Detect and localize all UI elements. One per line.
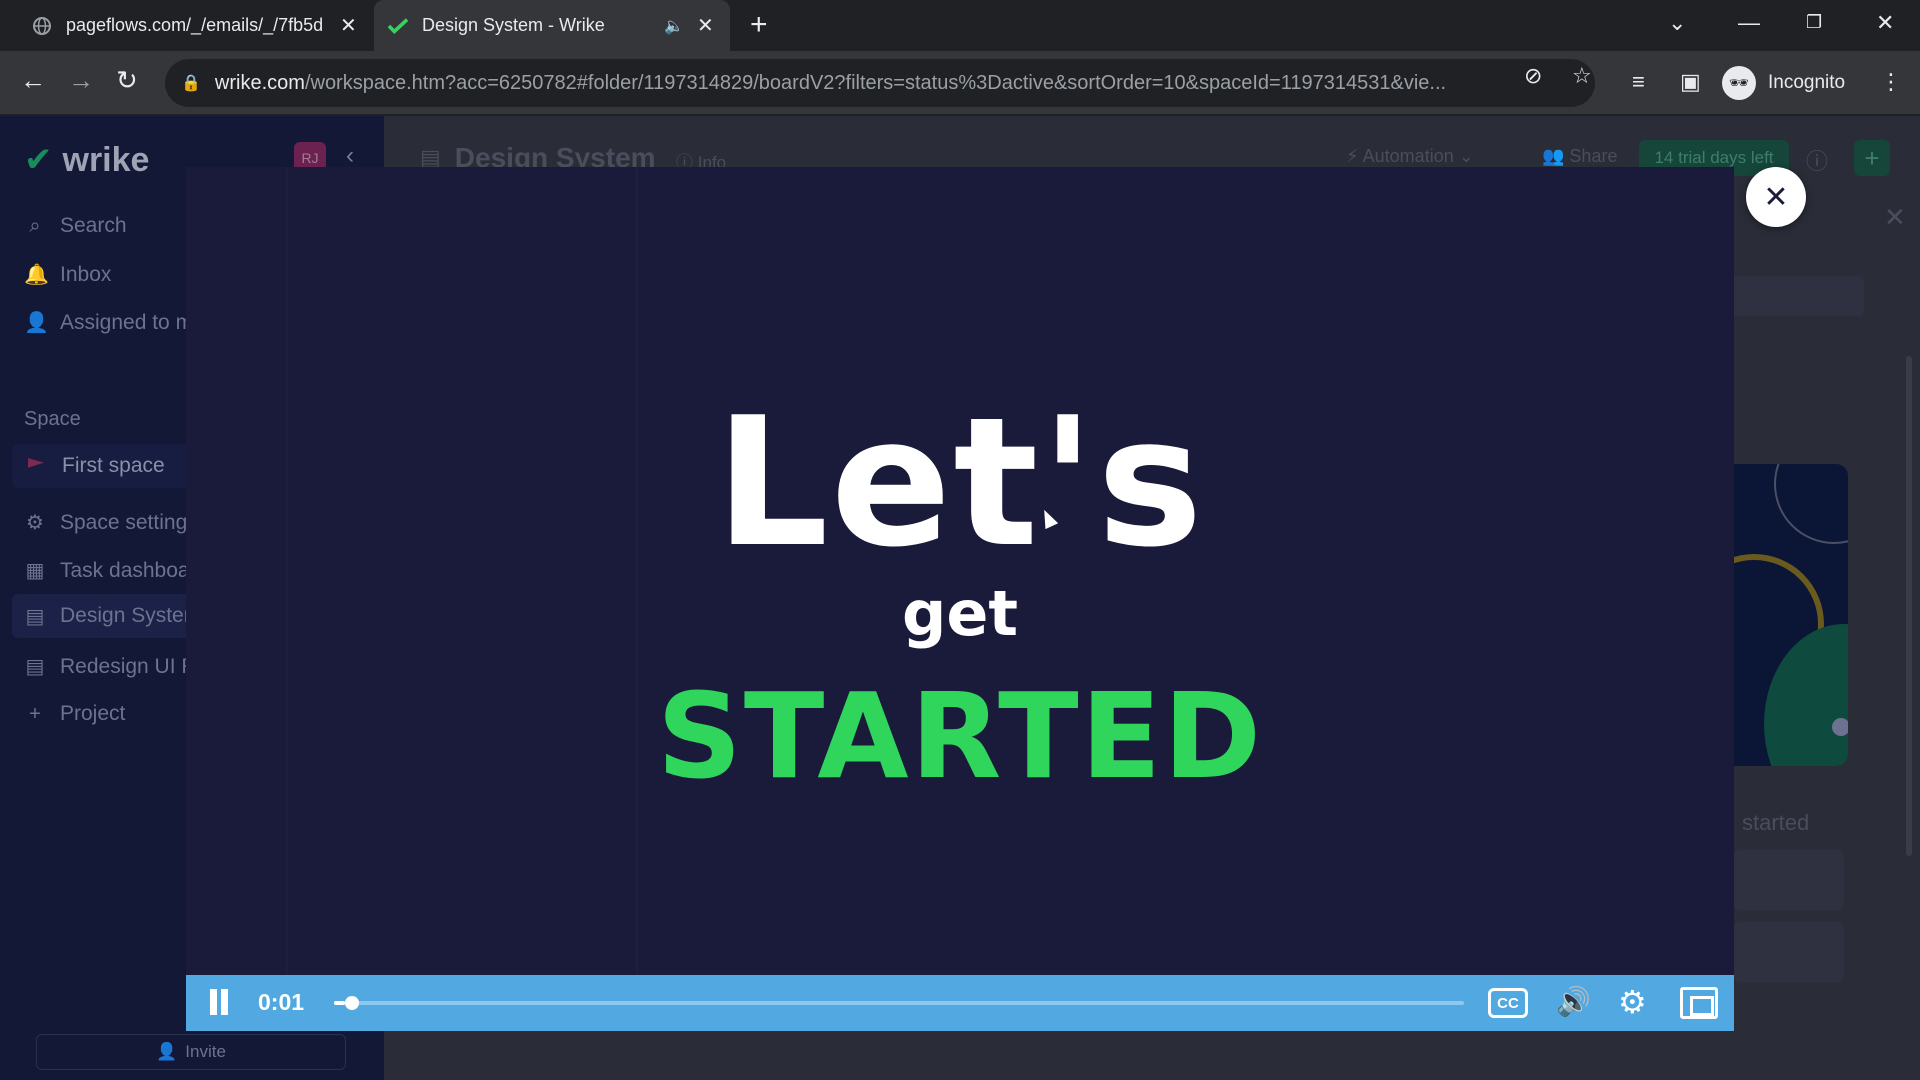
pause-icon[interactable] xyxy=(208,989,230,1015)
space-flag-icon xyxy=(28,458,44,468)
wrike-check-icon xyxy=(388,16,408,36)
user-icon: 👤 xyxy=(24,312,49,334)
kebab-menu-icon[interactable]: ⋮ xyxy=(1880,69,1902,95)
browser-toolbar: ← → ↻ 🔒 wrike.com/workspace.htm?acc=6250… xyxy=(0,51,1920,115)
list-item xyxy=(1734,850,1844,910)
lock-icon: 🔒 xyxy=(181,75,201,92)
browser-tabstrip: pageflows.com/_/emails/_/7fb5d ✕ Design … xyxy=(0,0,1920,51)
tab-title: Design System - Wrike xyxy=(422,15,605,35)
video-progress-bar[interactable] xyxy=(334,996,1464,1010)
speaker-icon[interactable]: 🔈 xyxy=(664,16,684,36)
sidebar-item-new-project[interactable]: + Project xyxy=(24,702,125,726)
doc-icon: ▤ xyxy=(25,656,45,678)
close-tab-icon[interactable]: ✕ xyxy=(340,13,357,38)
promo-card[interactable] xyxy=(1724,464,1848,766)
forward-icon[interactable]: → xyxy=(68,65,94,96)
side-panel-icon[interactable]: ▣ xyxy=(1680,69,1701,95)
board-icon: ▦ xyxy=(25,560,45,582)
tab-title: pageflows.com/_/emails/_/7fb5d xyxy=(66,15,324,35)
media-control-icon[interactable]: ≡ xyxy=(1632,69,1645,95)
new-tab-icon[interactable]: + xyxy=(750,8,768,42)
progress-knob[interactable] xyxy=(345,996,360,1010)
close-window-icon[interactable]: ✕ xyxy=(1876,10,1894,36)
section-label: Space xyxy=(24,408,81,430)
scrollbar[interactable] xyxy=(1906,356,1912,856)
volume-icon[interactable]: 🔊 xyxy=(1556,985,1591,1018)
help-icon[interactable]: ⓘ xyxy=(1806,144,1828,176)
doc-icon: ▤ xyxy=(25,605,45,628)
sidebar-item-space-settings[interactable]: ⚙ Space setting xyxy=(24,510,187,535)
automation-button[interactable]: ⚡ Automation ⌄ xyxy=(1346,146,1474,167)
share-button[interactable]: 👥 Share xyxy=(1542,146,1617,167)
tab-search-chevron-icon[interactable]: ⌄ xyxy=(1668,10,1686,36)
reload-icon[interactable]: ↻ xyxy=(116,65,138,96)
incognito-profile[interactable]: 🕶 Incognito xyxy=(1722,61,1845,105)
collapse-sidebar-icon[interactable]: ‹ xyxy=(346,142,354,170)
list-item xyxy=(1734,922,1844,982)
address-bar[interactable]: 🔒 wrike.com/workspace.htm?acc=6250782#fo… xyxy=(165,59,1595,107)
search-icon: ⌕ xyxy=(29,214,41,237)
close-panel-icon[interactable]: ✕ xyxy=(1884,202,1906,233)
browser-tab-wrike[interactable]: Design System - Wrike 🔈 ✕ xyxy=(374,0,730,51)
add-user-icon: 👤 xyxy=(156,1042,178,1061)
star-icon[interactable]: ☆ xyxy=(1572,63,1592,89)
eye-off-icon[interactable]: ⊘ xyxy=(1524,63,1542,89)
browser-tab-pageflows[interactable]: pageflows.com/_/emails/_/7fb5d ✕ xyxy=(22,0,362,51)
back-icon[interactable]: ← xyxy=(20,65,46,96)
restore-icon[interactable]: ❐ xyxy=(1806,12,1822,33)
video-player[interactable]: Let's get STARTED 0:01 CC 🔊 ⚙ xyxy=(186,167,1734,1031)
video-controls: 0:01 CC 🔊 ⚙ xyxy=(186,975,1734,1031)
video-headline-lets: Let's xyxy=(715,379,1205,586)
gear-icon: ⚙ xyxy=(26,512,44,534)
globe-icon xyxy=(32,16,52,36)
sidebar-item-inbox[interactable]: 🔔 Inbox xyxy=(24,262,111,287)
video-headline-started: STARTED xyxy=(656,667,1264,805)
wrike-logo[interactable]: ✔ wrike xyxy=(24,140,149,180)
url-text: wrike.com/workspace.htm?acc=6250782#fold… xyxy=(214,71,1447,94)
sidebar-item-task-dashboard[interactable]: ▦ Task dashboar xyxy=(24,558,197,583)
get-started-label: started xyxy=(1742,810,1810,835)
sidebar-item-search[interactable]: ⌕ Search xyxy=(24,214,126,238)
incognito-icon: 🕶 xyxy=(1722,66,1756,100)
sidebar-item-redesign[interactable]: ▤ Redesign UI F xyxy=(24,654,195,679)
video-time: 0:01 xyxy=(258,989,305,1015)
fullscreen-icon[interactable] xyxy=(1680,987,1718,1019)
plus-icon: + xyxy=(29,702,41,725)
close-tab-icon[interactable]: ✕ xyxy=(697,13,714,38)
sidebar-item-assigned[interactable]: 👤 Assigned to m xyxy=(24,310,193,335)
close-video-button[interactable]: ✕ xyxy=(1746,167,1806,227)
minimize-icon[interactable]: — xyxy=(1738,10,1760,36)
video-headline-get: get xyxy=(901,577,1019,650)
bell-icon: 🔔 xyxy=(24,264,49,286)
invite-button[interactable]: 👤 Invite xyxy=(36,1034,346,1070)
wrike-logo-icon: ✔ xyxy=(24,141,53,179)
create-new-button[interactable]: + xyxy=(1854,140,1890,176)
captions-icon[interactable]: CC xyxy=(1488,988,1528,1018)
settings-gear-icon[interactable]: ⚙ xyxy=(1618,983,1647,1021)
